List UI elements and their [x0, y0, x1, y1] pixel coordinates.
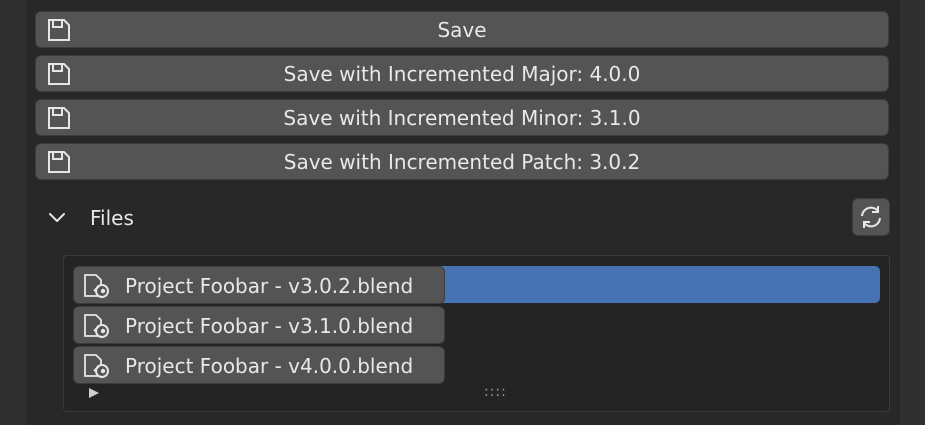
save-icon [48, 107, 70, 129]
blend-file-icon [84, 314, 109, 338]
file-item-label: Project Foobar - v3.1.0.blend [125, 314, 414, 338]
refresh-button[interactable] [852, 198, 890, 236]
save-major-label: Save with Incremented Major: 4.0.0 [283, 61, 641, 86]
refresh-icon [861, 206, 881, 228]
file-item[interactable]: Project Foobar - v3.0.2.blend [73, 266, 445, 304]
blend-file-icon [84, 274, 109, 298]
file-item-label: Project Foobar - v3.0.2.blend [125, 274, 414, 298]
save-button[interactable]: Save [35, 11, 889, 48]
files-title: Files [90, 206, 134, 230]
save-minor-button[interactable]: Save with Incremented Minor: 3.1.0 [35, 99, 889, 136]
blend-file-icon [84, 354, 109, 378]
files-panel-header[interactable]: Files [35, 198, 890, 238]
save-icon [48, 63, 70, 85]
chevron-down-icon[interactable] [47, 208, 67, 228]
save-icon [48, 151, 70, 173]
file-item[interactable]: Project Foobar - v4.0.0.blend [73, 346, 445, 384]
save-button-label: Save [437, 17, 487, 42]
file-item-label: Project Foobar - v4.0.0.blend [125, 354, 414, 378]
save-patch-button[interactable]: Save with Incremented Patch: 3.0.2 [35, 143, 889, 180]
resize-grip[interactable]: :::: [484, 384, 507, 400]
save-icon [48, 19, 70, 41]
files-list[interactable]: Project Foobar - v3.0.2.blend Project Fo… [63, 255, 890, 412]
save-major-button[interactable]: Save with Incremented Major: 4.0.0 [35, 55, 889, 92]
file-item[interactable]: Project Foobar - v3.1.0.blend [73, 306, 445, 344]
save-minor-label: Save with Incremented Minor: 3.1.0 [283, 105, 641, 130]
save-patch-label: Save with Incremented Patch: 3.0.2 [283, 149, 641, 174]
expand-triangle-icon[interactable] [88, 387, 100, 399]
